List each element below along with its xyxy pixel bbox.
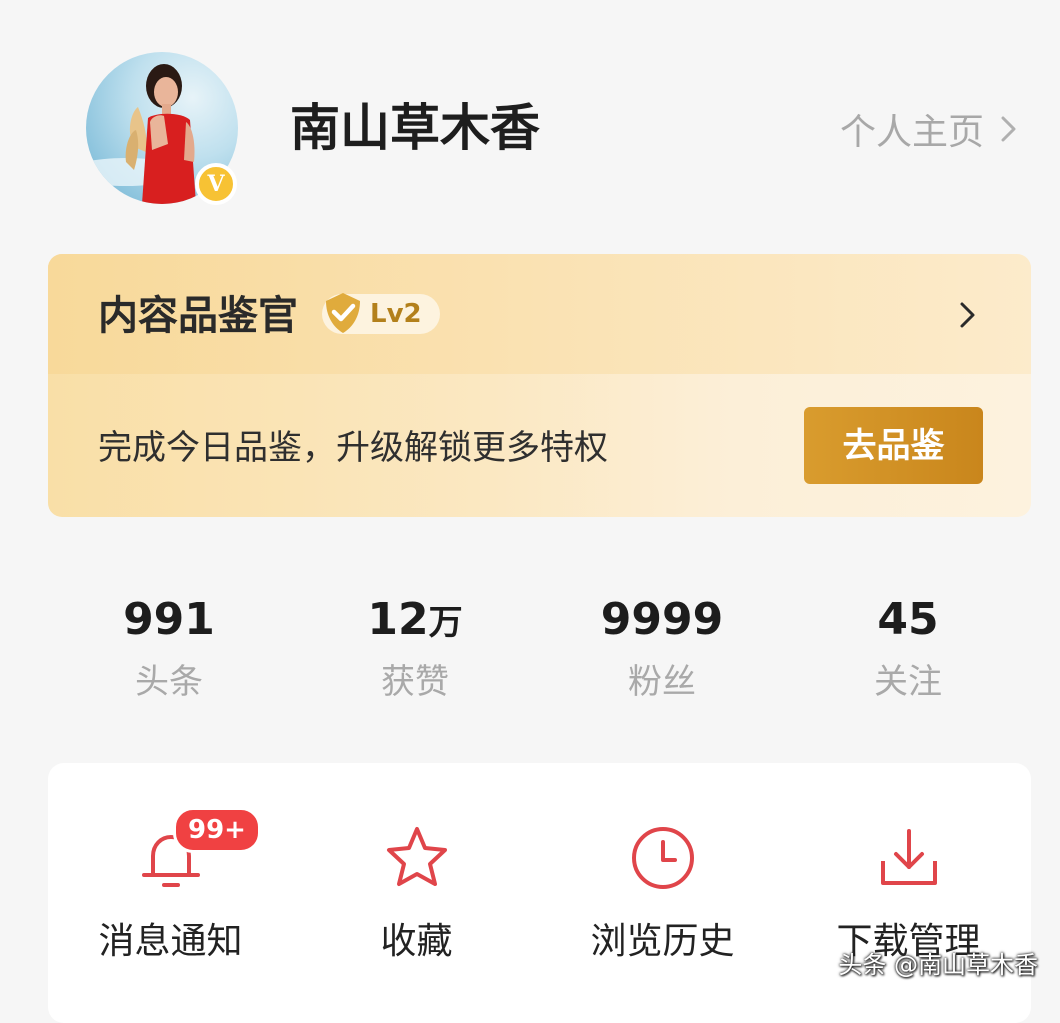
stat-number: 991 [123,594,215,645]
quick-action-favorites[interactable]: 收藏 [294,823,539,967]
stat-value: 12万 [295,592,535,651]
stat-posts[interactable]: 991 头条 [49,592,289,705]
star-icon [386,827,447,886]
curator-level-text: Lv2 [370,299,422,329]
check-shield-icon [326,293,360,333]
stat-following[interactable]: 45 关注 [788,592,1028,705]
stat-value: 9999 [542,592,782,651]
username: 南山草木香 [290,99,540,157]
quick-action-notifications[interactable]: 99+ 消息通知 [48,807,293,967]
chevron-right-icon[interactable] [957,298,979,332]
quick-action-label: 消息通知 [98,921,243,962]
stat-value: 991 [49,592,289,651]
chevron-right-icon [1001,116,1016,142]
quick-actions-panel: 99+ 消息通知 收藏 浏览历史 下载管理 [48,763,1031,1023]
profile-home-link[interactable]: 个人主页 [840,104,1020,154]
verified-badge: V [195,163,237,205]
stat-number: 9999 [600,594,724,645]
curator-description: 完成今日品鉴，升级解锁更多特权 [98,428,608,468]
quick-action-downloads[interactable]: 下载管理 [786,823,1031,967]
stat-label: 头条 [135,662,203,702]
stat-followers[interactable]: 9999 粉丝 [542,592,782,705]
stat-label: 获赞 [381,662,449,702]
stat-label: 粉丝 [628,662,696,702]
curator-card[interactable]: 内容品鉴官 Lv2 完成今日品鉴，升级解锁更多特权 去品鉴 [48,254,1031,517]
stat-value: 45 [788,592,1028,651]
stat-number: 12 [367,594,429,645]
stat-number: 45 [877,594,939,645]
curator-title: 内容品鉴官 [98,293,298,339]
clock-icon [631,827,694,889]
watermark: 头条 @南山草木香 [838,951,1038,979]
stat-label: 关注 [874,662,942,702]
quick-action-history[interactable]: 浏览历史 [540,823,785,967]
quick-action-label: 收藏 [380,921,453,962]
notification-count-badge: 99+ [173,807,261,853]
stat-unit: 万 [428,603,463,643]
go-review-button[interactable]: 去品鉴 [804,407,983,484]
profile-home-label: 个人主页 [839,112,984,153]
quick-action-label: 浏览历史 [590,921,735,962]
curator-level-badge: Lv2 [322,293,440,334]
download-icon [880,829,937,885]
stat-likes[interactable]: 12万 获赞 [295,592,535,705]
